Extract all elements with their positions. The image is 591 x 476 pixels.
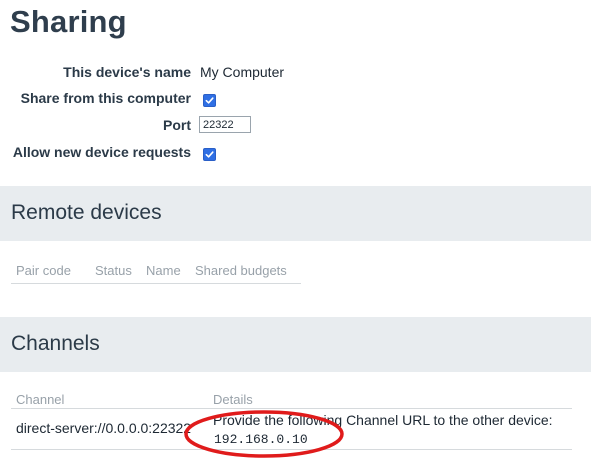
- allow-requests-label: Allow new device requests: [12, 144, 191, 160]
- allow-requests-checkbox[interactable]: [203, 148, 216, 161]
- share-from-computer-label: Share from this computer: [20, 90, 191, 106]
- port-row: Port: [0, 114, 591, 138]
- remote-devices-title: Remote devices: [11, 201, 162, 224]
- check-icon: [205, 97, 214, 104]
- device-name-label: This device's name: [63, 64, 191, 80]
- share-from-computer-checkbox[interactable]: [203, 94, 216, 107]
- check-icon: [205, 151, 214, 158]
- page-title: Sharing: [10, 4, 127, 39]
- sharing-page: Sharing This device's name My Computer S…: [0, 0, 591, 476]
- allow-requests-row: Allow new device requests: [0, 141, 591, 165]
- remote-devices-table: Pair code Status Name Shared budgets: [11, 261, 301, 284]
- col-channel: Channel: [16, 392, 65, 407]
- channels-title: Channels: [11, 332, 100, 355]
- col-pair-code: Pair code: [16, 263, 71, 278]
- share-from-computer-row: Share from this computer: [0, 87, 591, 111]
- col-name: Name: [146, 263, 181, 278]
- col-status: Status: [95, 263, 132, 278]
- device-name-value: My Computer: [200, 64, 285, 80]
- channels-header: Channels: [0, 317, 591, 372]
- col-shared-budgets: Shared budgets: [195, 263, 287, 278]
- channel-value: direct-server://0.0.0.0:22322: [16, 420, 192, 436]
- remote-devices-header: Remote devices: [0, 186, 591, 241]
- port-input[interactable]: [199, 116, 251, 133]
- red-annotation-ellipse: [184, 410, 344, 458]
- device-name-row: This device's name My Computer: [0, 61, 591, 85]
- port-label: Port: [163, 117, 191, 133]
